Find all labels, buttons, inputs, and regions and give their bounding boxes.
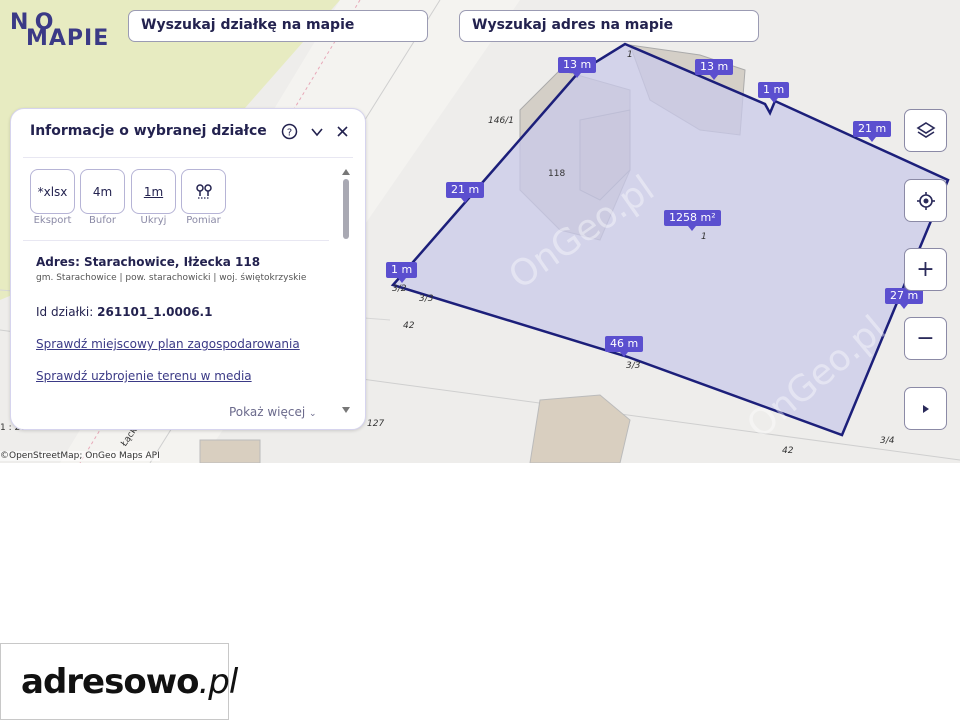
layers-icon xyxy=(915,121,936,138)
plot-number: 3/4 xyxy=(880,436,895,446)
plot-number: 42 xyxy=(782,446,794,456)
parcel-id-label: Id działki: xyxy=(36,305,94,319)
plot-number: 146/1 xyxy=(488,116,514,126)
layers-button[interactable] xyxy=(904,109,947,152)
locate-button[interactable] xyxy=(904,179,947,222)
utilities-link[interactable]: Sprawdź uzbrojenie terenu w media xyxy=(36,369,252,383)
help-icon[interactable]: ? xyxy=(281,123,298,140)
measure-label: 13 m xyxy=(558,57,597,78)
search-parcel-input[interactable]: Wyszukaj działkę na mapie xyxy=(128,10,428,42)
chevron-down-icon[interactable] xyxy=(310,125,324,139)
plot-number: 3/2 xyxy=(392,284,407,294)
divider xyxy=(23,157,353,158)
plot-number: 1 xyxy=(627,50,633,60)
scroll-down-icon[interactable] xyxy=(342,407,350,413)
zoom-out-button[interactable]: − xyxy=(904,317,947,360)
hide-measure-button[interactable]: 1m xyxy=(131,169,176,214)
plot-number: 42 xyxy=(403,321,415,331)
area-label: 1258 m² xyxy=(664,210,721,231)
zoning-plan-link[interactable]: Sprawdź miejscowy plan zagospodarowania xyxy=(36,337,300,351)
scroll-up-icon[interactable] xyxy=(342,169,350,175)
plot-number: 3/3 xyxy=(626,361,641,371)
parcel-address: Adres: Starachowice, Iłżecka 118 xyxy=(36,255,261,269)
export-xlsx-button[interactable]: *xlsx xyxy=(30,169,75,214)
logo-line2: MAPIE xyxy=(26,26,110,51)
plot-number: 127 xyxy=(367,419,385,429)
parcel-id-value: 261101_1.0006.1 xyxy=(97,305,213,319)
tool-caption: Eksport xyxy=(33,215,72,226)
building xyxy=(199,439,261,463)
brand-suffix: .pl xyxy=(198,662,238,702)
adresowo-logo: adresowo.pl xyxy=(21,662,238,702)
show-more-button[interactable]: Pokaż więcej ⌄ xyxy=(229,405,317,419)
panel-title: Informacje o wybranej działce xyxy=(30,123,267,139)
panel-actions: ? xyxy=(281,123,349,140)
measure-button[interactable] xyxy=(181,169,226,214)
tool-caption: Bufor xyxy=(89,215,116,226)
crosshair-icon xyxy=(916,191,935,210)
close-icon[interactable] xyxy=(336,125,349,138)
divider xyxy=(23,240,329,241)
play-icon xyxy=(922,404,929,413)
show-more-label: Pokaż więcej xyxy=(229,405,306,419)
parcel-admin-units: gm. Starachowice | pow. starachowicki | … xyxy=(36,273,307,283)
zoom-in-button[interactable]: + xyxy=(904,248,947,291)
parcel-info-panel: Informacje o wybranej działce ? *xlsx Ek… xyxy=(10,108,366,430)
nomapie-logo[interactable]: N O MAPIE xyxy=(10,12,109,50)
plot-number: 1 xyxy=(701,232,707,242)
building xyxy=(529,394,631,463)
measure-label: 21 m xyxy=(853,121,892,142)
map-view[interactable]: OnGeo.pl OnGeo.pl N O MAPIE Wyszukaj dzi… xyxy=(0,0,960,463)
selected-parcel[interactable] xyxy=(390,42,950,437)
measure-label: 21 m xyxy=(446,182,485,203)
svg-text:?: ? xyxy=(287,128,292,139)
brand-main: adresowo xyxy=(21,662,199,702)
measure-label: 13 m xyxy=(695,59,734,80)
screenshot: OnGeo.pl OnGeo.pl N O MAPIE Wyszukaj dzi… xyxy=(0,0,960,720)
expand-button[interactable] xyxy=(904,387,947,430)
plot-number: 3/3 xyxy=(419,294,434,304)
buffer-button[interactable]: 4m xyxy=(80,169,125,214)
search-address-input[interactable]: Wyszukaj adres na mapie xyxy=(459,10,759,42)
measure-label: 1 m xyxy=(758,82,790,103)
tool-caption: Pomiar xyxy=(186,215,221,226)
map-attribution: ©OpenStreetMap; OnGeo Maps API xyxy=(0,451,160,461)
panel-scrollbar[interactable] xyxy=(343,179,349,239)
measure-label: 46 m xyxy=(605,336,644,357)
plot-number: 118 xyxy=(548,169,566,179)
measure-label: 1 m xyxy=(386,262,418,283)
pin-pair-icon xyxy=(195,183,212,199)
parcel-id: Id działki: 261101_1.0006.1 xyxy=(36,305,212,319)
tool-caption: Ukryj xyxy=(140,215,167,226)
chevron-down-icon: ⌄ xyxy=(309,409,317,419)
adresowo-watermark-box: adresowo.pl xyxy=(0,643,238,720)
